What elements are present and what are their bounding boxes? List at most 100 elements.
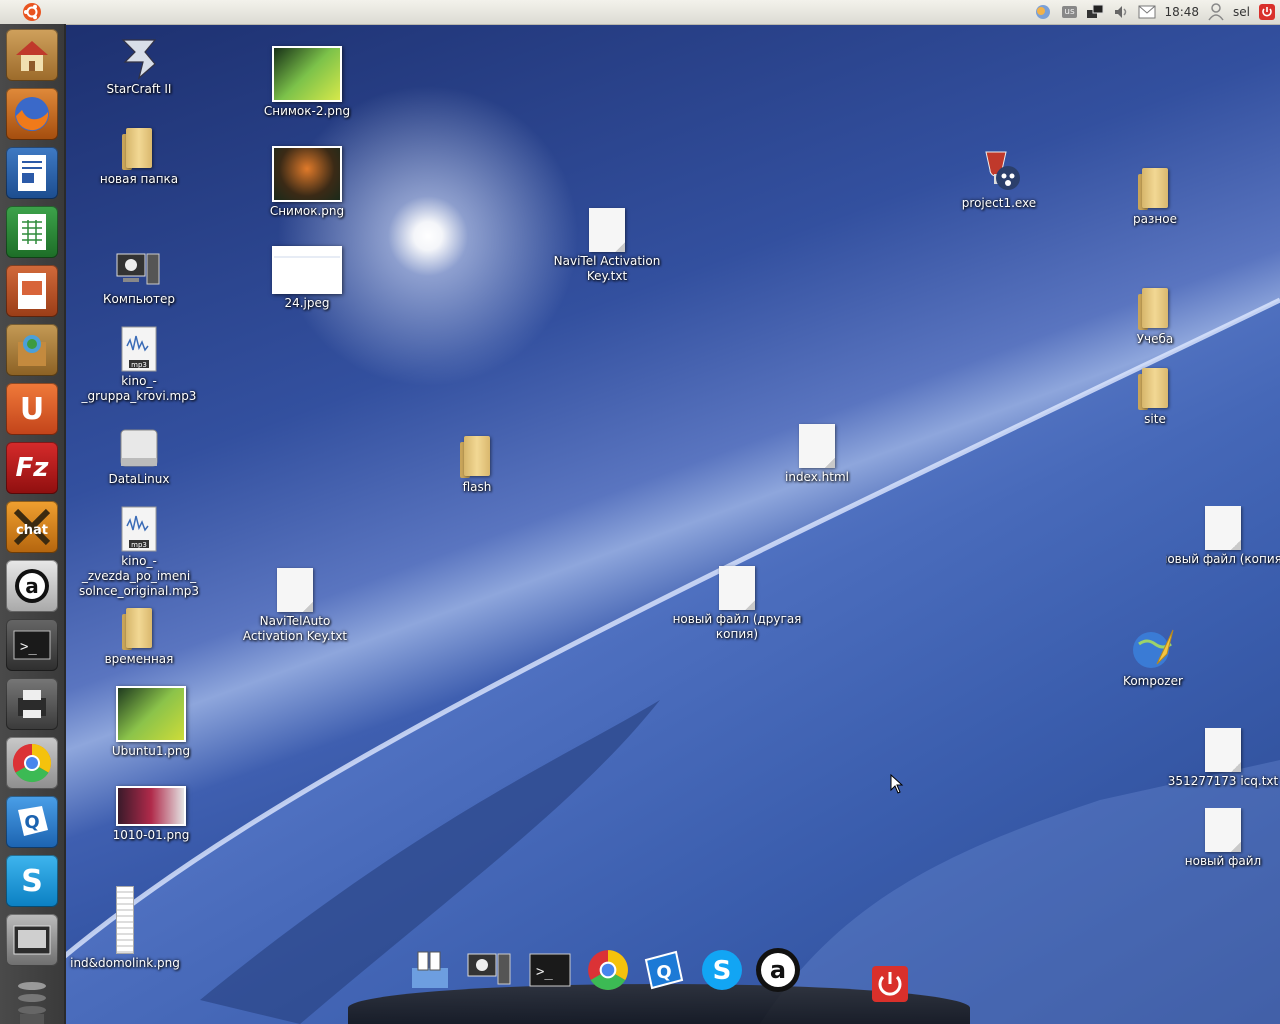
text-file-icon [277,568,313,612]
desktop-icon-label: index.html [785,470,849,484]
desktop-icon[interactable]: разное [1090,164,1220,227]
mouse-cursor-icon [890,774,904,794]
qip-icon: Q [18,806,48,836]
desktop-icon-label: Kompozer [1123,674,1183,688]
text-file-icon [719,566,755,610]
folder-icon [1138,284,1172,330]
drive-icon [120,429,158,467]
desktop-icon[interactable]: mp3 kino_-_gruppa_krovi.mp3 [74,326,204,404]
computer-icon [116,253,160,285]
launcher-amsn[interactable]: a [6,560,58,612]
desktop-icon[interactable]: 24.jpeg [242,246,372,311]
desktop-icon-label: Учеба [1136,332,1174,346]
desktop-icon-label: ind&domolink.png [70,956,180,970]
text-file-icon [1205,728,1241,772]
desktop-icon[interactable]: 1010-01.png [86,786,216,843]
desktop-icon[interactable]: Компьютер [74,250,204,307]
desktop-icon[interactable]: NaviTel Activation Key.txt [542,208,672,284]
desktop-icon-label: NaviTel Activation Key.txt [553,254,661,283]
dock-item-terminal[interactable]: >_ [526,946,574,994]
desktop-icon-label: 351277173 icq.txt [1167,774,1279,788]
firefox-icon [15,97,49,131]
dock-item-qutim[interactable]: Q [640,946,688,994]
desktop-icon-label: flash [462,480,492,494]
desktop-icon[interactable]: Снимок-2.png [242,46,372,119]
a-icon: a [15,569,49,603]
desktop-icon-label: разное [1133,212,1177,226]
launcher-writer[interactable] [6,147,58,199]
launcher-home-folder[interactable] [6,29,58,81]
ubuntu-menu-button[interactable] [20,0,44,24]
svg-text:S: S [713,956,732,986]
desktop-icon[interactable]: новая папка [74,124,204,187]
svg-text:Q: Q [24,812,39,833]
dock-item-amsn[interactable]: a [754,946,802,994]
desktop-icon[interactable]: NaviTelAuto Activation Key.txt [230,568,360,644]
desktop-icon-label: новая папка [99,172,179,186]
weather-indicator-icon[interactable] [1034,4,1052,20]
launcher-terminal[interactable]: >_ [6,619,58,671]
dock-item-file-manager[interactable] [406,946,454,994]
launcher-firefox[interactable] [6,88,58,140]
desktop-icon[interactable]: project1.exe [934,146,1064,211]
dock-item-chrome[interactable] [584,946,632,994]
launcher-trash-stack[interactable] [12,976,52,1024]
launcher-chrome[interactable] [6,737,58,789]
desktop-icon[interactable]: Снимок.png [242,146,372,219]
desktop-icon[interactable]: Учеба [1090,284,1220,347]
mail-icon[interactable] [1138,4,1156,20]
folder-icon [460,432,494,478]
desktop-icon[interactable]: новый файл (другая копия) [672,566,802,642]
clock[interactable]: 18:48 [1164,5,1199,19]
session-power-icon[interactable] [1258,4,1276,20]
skype-icon: S [702,950,742,990]
volume-icon[interactable] [1112,4,1130,20]
desktop-icon[interactable]: index.html [752,424,882,485]
network-icon[interactable] [1086,4,1104,20]
dock-item-skype[interactable]: S [698,946,746,994]
desktop-icon[interactable]: flash [412,432,542,495]
xchat-icon: chat [13,508,51,546]
username[interactable]: sel [1233,5,1250,19]
launcher-printer[interactable] [6,678,58,730]
folder-icon [122,604,156,650]
desktop-icon-label: DataLinux [108,472,170,486]
desktop-icon[interactable]: ind&domolink.png [60,886,190,971]
text-file-icon [1205,808,1241,852]
desktop-icon[interactable]: Ubuntu1.png [86,686,216,759]
svg-text:>_: >_ [536,964,553,980]
desktop-icon[interactable]: временная [74,604,204,667]
dock-item-computer[interactable] [466,946,514,994]
desktop-icon[interactable]: DataLinux [74,428,204,487]
keyboard-layout-indicator[interactable]: us [1060,4,1078,20]
desktop-icon[interactable]: новый файл [1166,808,1280,869]
launcher-calc[interactable] [6,206,58,258]
desktop-icon[interactable]: mp3 kino_-_zvezda_po_imeni_ solnce_origi… [74,506,204,599]
skype-icon: S [21,863,43,899]
folder-icon [1138,364,1172,410]
launcher-ubuntu-one[interactable]: U [6,383,58,435]
home-icon [16,41,48,71]
desktop-icon[interactable]: site [1090,364,1220,427]
launcher-qutim[interactable]: Q [6,796,58,848]
user-icon[interactable] [1207,3,1225,21]
system-tray: us 18:48 sel [1034,0,1280,24]
desktop-icon[interactable]: Kompozer [1088,624,1218,689]
launcher-software-center[interactable] [6,324,58,376]
launcher-xchat[interactable]: chat [6,501,58,553]
desktop-icon[interactable]: StarCraft II [74,34,204,97]
desktop-icon[interactable]: 351277173 icq.txt [1166,728,1280,789]
image-thumbnail-icon [116,686,186,742]
launcher-filezilla[interactable]: Fz [6,442,58,494]
text-file-icon [589,208,625,252]
keyboard-layout-label: us [1062,6,1077,18]
image-thumbnail-icon [272,146,342,202]
desktop-icon-label: Ubuntu1.png [111,744,191,758]
desktop-icon[interactable]: новый файл (копия) [1166,506,1280,567]
dock-item-shutdown[interactable] [870,964,910,1004]
desktop-icon-label: новый файл (другая копия) [672,612,802,641]
launcher-impress[interactable] [6,265,58,317]
launcher-devices[interactable] [6,914,58,966]
launcher-skype[interactable]: S [6,855,58,907]
mp3-file-icon: mp3 [121,506,157,552]
